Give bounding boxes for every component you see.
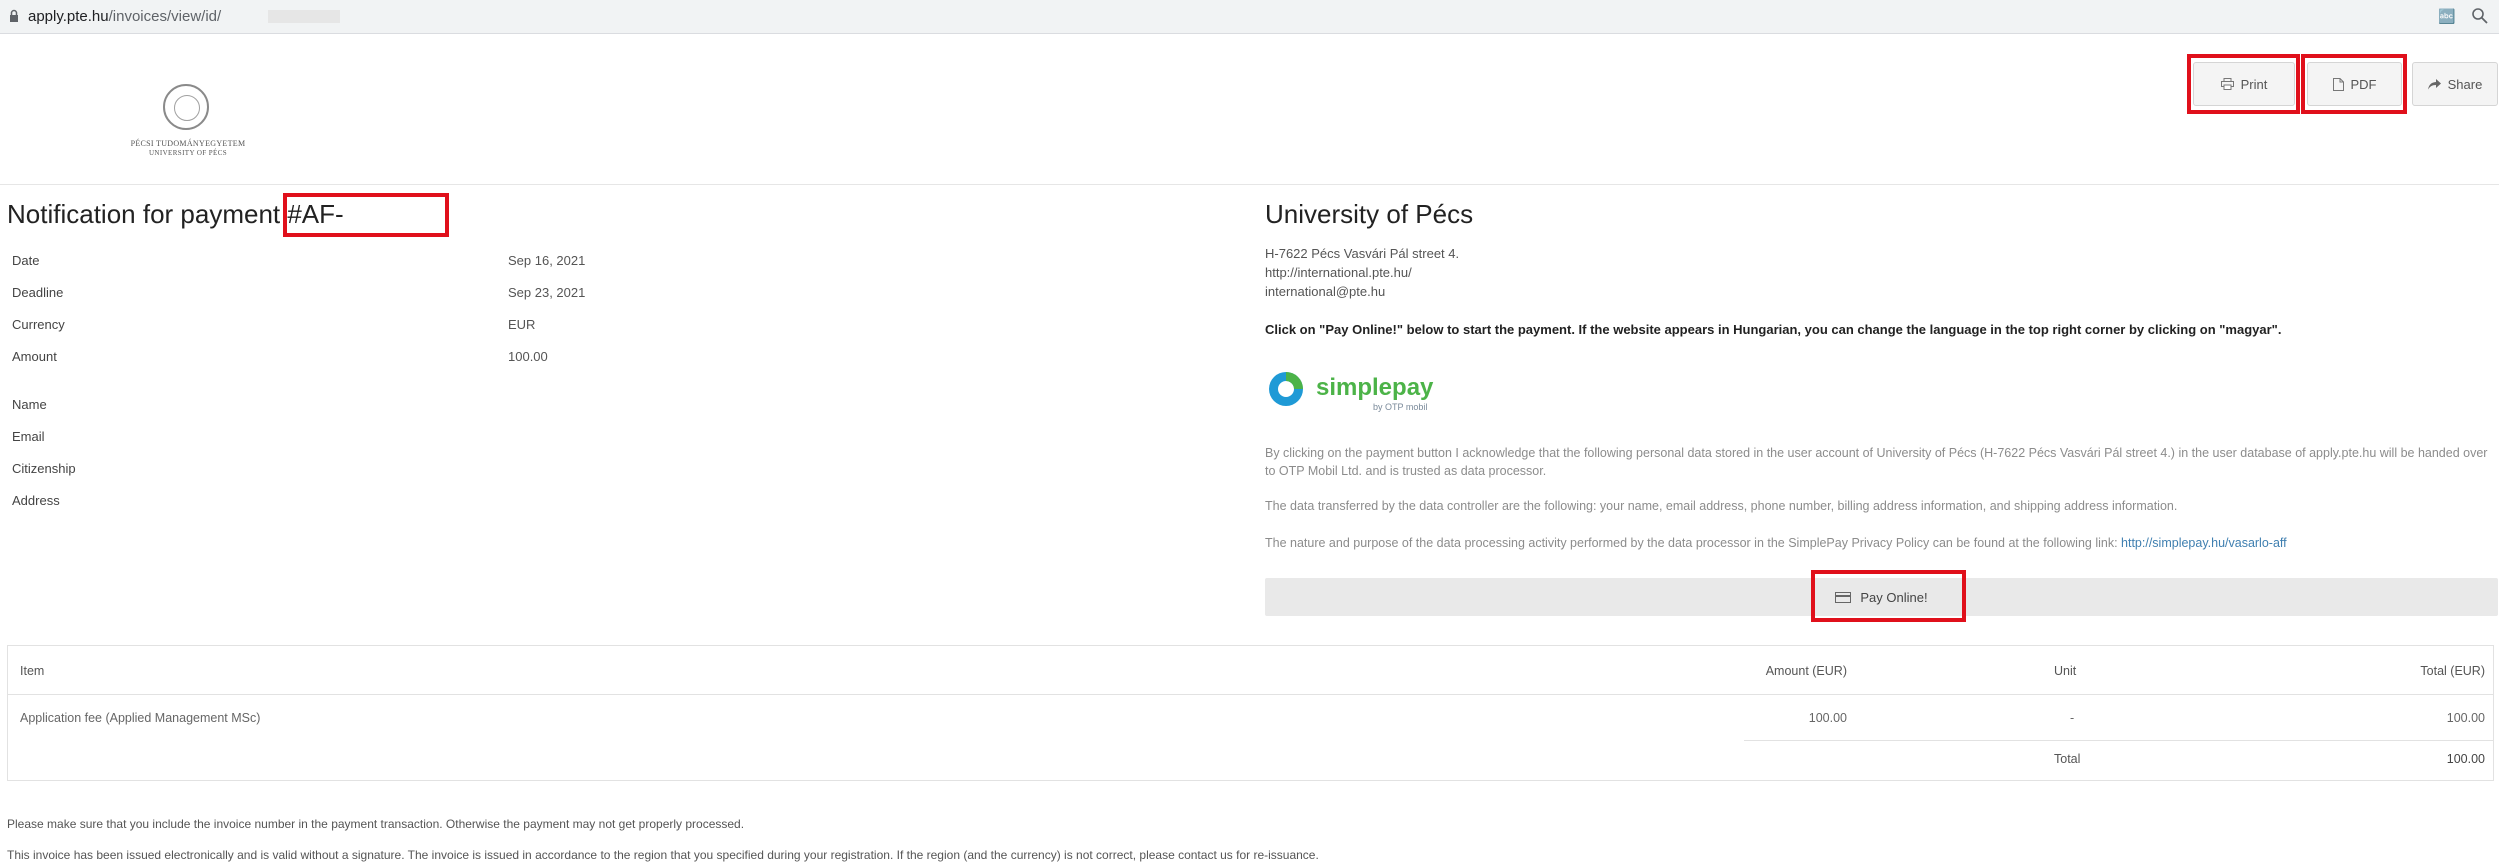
issuer-website[interactable]: http://international.pte.hu/: [1265, 265, 1412, 280]
field-value-date: Sep 16, 2021: [508, 253, 586, 268]
simplepay-brand: simplepay: [1316, 374, 1434, 401]
field-value-deadline: Sep 23, 2021: [508, 285, 586, 300]
issuer-email[interactable]: international@pte.hu: [1265, 284, 1385, 299]
table-row-item: Application fee (Applied Management MSc): [20, 711, 261, 725]
share-button[interactable]: Share: [2412, 62, 2498, 106]
simplepay-byline: by OTP mobil: [1373, 402, 1428, 412]
address-bar[interactable]: apply.pte.hu/invoices/view/id/ 🔤: [0, 0, 2499, 34]
total-label: Total: [2054, 752, 2081, 766]
logo-text-hu: PÉCSI TUDOMÁNYEGYETEM: [130, 139, 246, 148]
university-seal-logo: [163, 84, 209, 130]
print-highlight: [2187, 54, 2300, 114]
privacy-consent-text: By clicking on the payment button I ackn…: [1265, 446, 2488, 478]
share-label: Share: [2447, 76, 2483, 92]
issuer-address: H-7622 Pécs Vasvári Pál street 4.: [1265, 246, 1460, 261]
lock-icon: [10, 9, 18, 22]
header-row-divider: [8, 694, 2493, 695]
share-icon: [2427, 78, 2441, 89]
field-label-address: Address: [12, 493, 60, 508]
electronic-invoice-note: This invoice has been issued electronica…: [7, 848, 1319, 862]
header-divider: [0, 184, 2499, 185]
issuer-name: University of Pécs: [1265, 199, 1474, 229]
field-label-amount: Amount: [12, 349, 57, 364]
simplepay-logo-icon: [1269, 372, 1303, 406]
field-label-deadline: Deadline: [12, 285, 64, 300]
pdf-highlight: [2301, 54, 2407, 114]
zoom-icon[interactable]: [2471, 7, 2489, 25]
column-header-unit: Unit: [2054, 664, 2077, 678]
url-text[interactable]: apply.pte.hu/invoices/view/id/: [28, 8, 221, 25]
field-label-currency: Currency: [12, 317, 65, 332]
data-transfer-text: The data transferred by the data control…: [1265, 499, 2178, 513]
field-label-citizenship: Citizenship: [12, 461, 76, 476]
invoice-number-highlight: [283, 193, 449, 237]
redacted-id: [268, 10, 340, 23]
field-label-date: Date: [12, 253, 40, 268]
field-label-email: Email: [12, 429, 45, 444]
translate-icon[interactable]: 🔤: [2438, 8, 2455, 25]
table-row-total: 100.00: [2446, 711, 2485, 725]
column-header-item: Item: [20, 664, 45, 678]
total-value: 100.00: [2446, 752, 2485, 766]
column-header-amount: Amount (EUR): [1765, 664, 1847, 678]
column-header-total: Total (EUR): [2420, 664, 2485, 678]
payment-reference-note: Please make sure that you include the in…: [7, 817, 745, 831]
field-value-amount: 100.00: [508, 349, 548, 364]
table-row-unit: -: [2070, 711, 2075, 725]
field-value-currency: EUR: [508, 317, 536, 332]
table-row-amount: 100.00: [1808, 711, 1847, 725]
total-row-divider: [1744, 740, 2493, 741]
pay-online-highlight: [1811, 570, 1966, 622]
privacy-policy-link[interactable]: http://simplepay.hu/vasarlo-aff: [2121, 536, 2287, 550]
invoice-items-table: Item Amount (EUR) Unit Total (EUR) Appli…: [7, 645, 2494, 781]
privacy-policy-text: The nature and purpose of the data proce…: [1265, 536, 2287, 550]
payment-instruction: Click on "Pay Online!" below to start th…: [1265, 322, 2282, 337]
logo-text-en: UNIVERSITY OF PÉCS: [148, 149, 228, 157]
field-label-name: Name: [12, 397, 47, 412]
